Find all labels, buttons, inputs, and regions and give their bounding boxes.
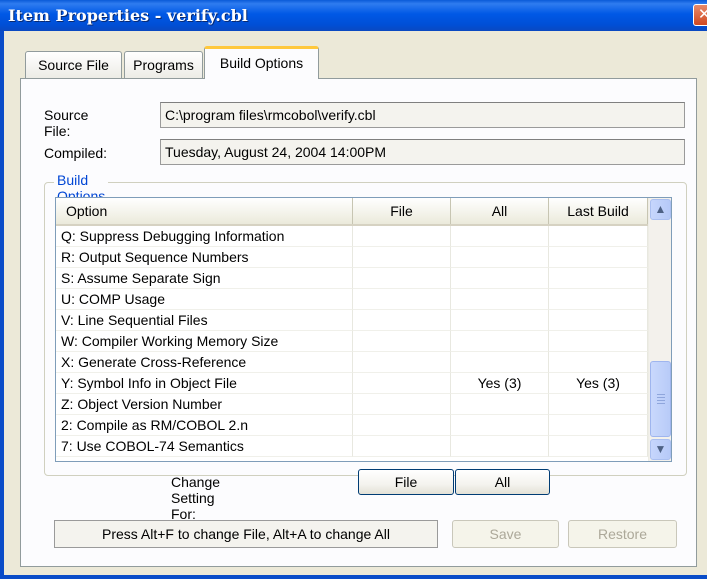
- column-header-file[interactable]: File: [353, 198, 451, 224]
- scroll-down-button[interactable]: ▼: [650, 439, 671, 460]
- tab-label: Source File: [38, 57, 109, 73]
- tab-label: Programs: [133, 57, 194, 73]
- change-setting-label: Change Setting For:: [171, 474, 221, 522]
- window-frame-left: [0, 31, 4, 579]
- all-cell: [451, 310, 549, 331]
- table-row[interactable]: R: Output Sequence Numbers: [56, 247, 648, 268]
- option-cell: Z: Object Version Number: [56, 394, 353, 415]
- option-cell: Q: Suppress Debugging Information: [56, 226, 353, 247]
- file-cell: [353, 436, 451, 457]
- title-bar: Item Properties - verify.cbl ✕: [0, 0, 707, 31]
- file-cell: [353, 310, 451, 331]
- vertical-scrollbar[interactable]: ▲ ▼: [648, 198, 671, 461]
- tab-build-options[interactable]: Build Options: [204, 46, 319, 79]
- option-cell: X: Generate Cross-Reference: [56, 352, 353, 373]
- grip-line: [657, 400, 665, 401]
- window-frame-bottom: [0, 575, 707, 579]
- list-rows: Q: Suppress Debugging Information R: Out…: [56, 226, 648, 457]
- table-row[interactable]: 7: Use COBOL-74 Semantics: [56, 436, 648, 457]
- file-cell: [353, 268, 451, 289]
- table-row[interactable]: Y: Symbol Info in Object File Yes (3) Yes …: [56, 373, 648, 394]
- file-cell: [353, 352, 451, 373]
- source-file-field[interactable]: C:\program files\rmcobol\verify.cbl: [160, 102, 685, 128]
- all-cell: [451, 352, 549, 373]
- table-row[interactable]: 2: Compile as RM/COBOL 2.n: [56, 415, 648, 436]
- save-button[interactable]: Save: [452, 520, 559, 548]
- all-cell: [451, 394, 549, 415]
- last-build-cell: [549, 310, 648, 331]
- table-row[interactable]: Z: Object Version Number: [56, 394, 648, 415]
- scroll-thumb[interactable]: [650, 361, 671, 437]
- tab-source-file[interactable]: Source File: [25, 51, 122, 79]
- column-header-option[interactable]: Option: [56, 198, 353, 224]
- all-cell: [451, 415, 549, 436]
- last-build-cell: [549, 331, 648, 352]
- file-cell: [353, 226, 451, 247]
- tab-programs[interactable]: Programs: [124, 51, 203, 79]
- option-cell: R: Output Sequence Numbers: [56, 247, 353, 268]
- file-cell: [353, 394, 451, 415]
- chevron-down-icon: ▼: [654, 442, 667, 456]
- last-build-cell: [549, 226, 648, 247]
- option-cell: W: Compiler Working Memory Size: [56, 331, 353, 352]
- table-row[interactable]: X: Generate Cross-Reference: [56, 352, 648, 373]
- grip-line: [657, 397, 665, 398]
- chevron-up-icon: ▲: [654, 202, 667, 216]
- option-cell: 7: Use COBOL-74 Semantics: [56, 436, 353, 457]
- table-row[interactable]: V: Line Sequential Files: [56, 310, 648, 331]
- table-row[interactable]: Q: Suppress Debugging Information: [56, 226, 648, 247]
- last-build-cell: [549, 268, 648, 289]
- status-hint: Press Alt+F to change File, Alt+A to cha…: [54, 520, 438, 548]
- last-build-cell: [549, 247, 648, 268]
- option-cell: 2: Compile as RM/COBOL 2.n: [56, 415, 353, 436]
- all-cell: [451, 436, 549, 457]
- file-cell: [353, 415, 451, 436]
- close-icon: ✕: [698, 6, 707, 23]
- last-build-cell: [549, 415, 648, 436]
- last-build-cell: [549, 394, 648, 415]
- last-build-cell: [549, 289, 648, 310]
- last-build-cell: Yes (3): [549, 373, 648, 394]
- option-cell: V: Line Sequential Files: [56, 310, 353, 331]
- all-cell: Yes (3): [451, 373, 549, 394]
- window-title: Item Properties - verify.cbl: [8, 6, 248, 25]
- all-cell: [451, 289, 549, 310]
- option-cell: S: Assume Separate Sign: [56, 268, 353, 289]
- column-header-last-build[interactable]: Last Build: [549, 198, 648, 224]
- file-button[interactable]: File: [358, 469, 454, 495]
- last-build-cell: [549, 436, 648, 457]
- file-cell: [353, 247, 451, 268]
- all-cell: [451, 268, 549, 289]
- file-cell: [353, 373, 451, 394]
- table-row[interactable]: U: COMP Usage: [56, 289, 648, 310]
- close-button[interactable]: ✕: [693, 4, 707, 26]
- tab-label: Build Options: [219, 55, 304, 71]
- all-cell: [451, 226, 549, 247]
- restore-button[interactable]: Restore: [568, 520, 677, 548]
- compiled-label: Compiled:: [44, 145, 108, 161]
- scroll-up-button[interactable]: ▲: [650, 199, 671, 220]
- file-cell: [353, 331, 451, 352]
- last-build-cell: [549, 352, 648, 373]
- column-header-all[interactable]: All: [451, 198, 549, 224]
- option-cell: U: COMP Usage: [56, 289, 353, 310]
- list-header: Option File All Last Build: [56, 198, 648, 226]
- all-cell: [451, 247, 549, 268]
- table-row[interactable]: W: Compiler Working Memory Size: [56, 331, 648, 352]
- source-file-label: Source File:: [44, 107, 89, 139]
- grip-line: [657, 403, 665, 404]
- table-row[interactable]: S: Assume Separate Sign: [56, 268, 648, 289]
- file-cell: [353, 289, 451, 310]
- all-cell: [451, 331, 549, 352]
- compiled-field[interactable]: Tuesday, August 24, 2004 14:00PM: [160, 139, 685, 165]
- grip-line: [657, 394, 665, 395]
- option-cell: Y: Symbol Info in Object File: [56, 373, 353, 394]
- all-button[interactable]: All: [455, 469, 550, 495]
- options-list[interactable]: Option File All Last Build Q: Suppress D…: [55, 197, 672, 462]
